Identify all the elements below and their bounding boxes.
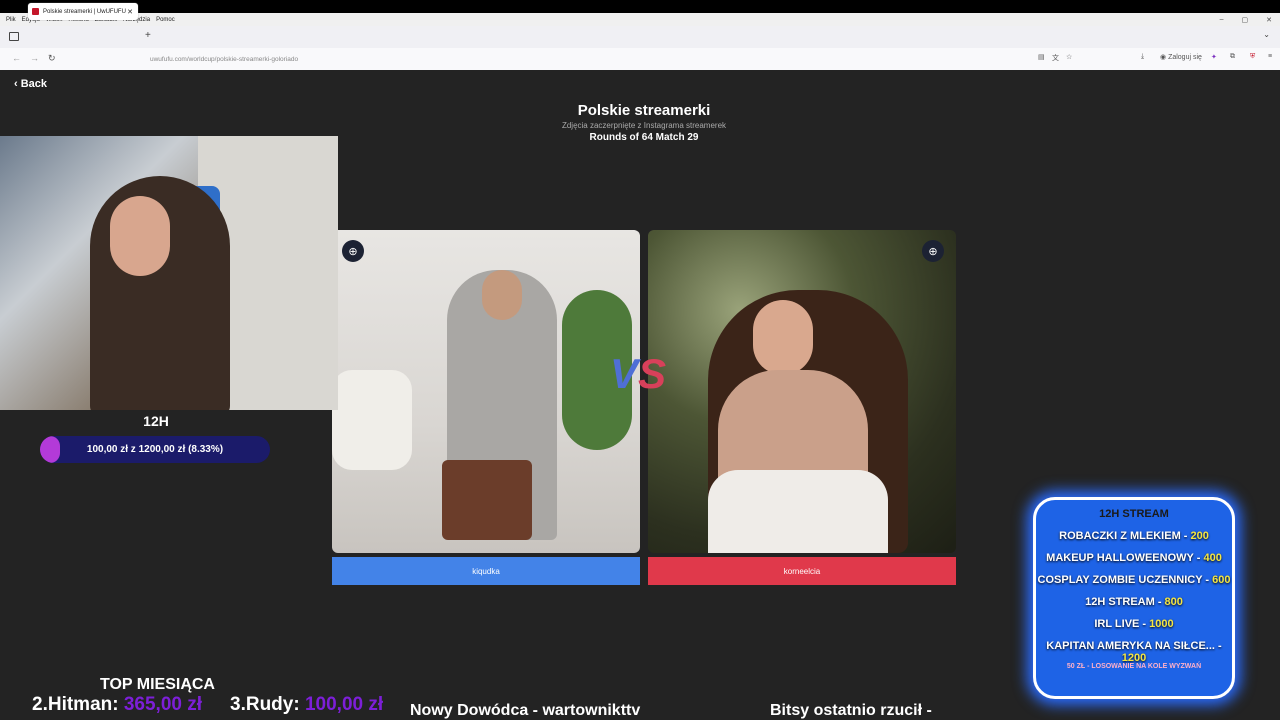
back-arrow-icon[interactable]: ← bbox=[12, 53, 21, 63]
goal-item: IRL LIVE - 1000 bbox=[1094, 618, 1174, 630]
person-face bbox=[482, 270, 522, 320]
back-label: Back bbox=[20, 78, 48, 90]
translate-icon[interactable]: 文 bbox=[1052, 53, 1059, 63]
page-title: Polskie streamerki bbox=[577, 102, 711, 119]
zoom-icon[interactable]: ⊕ bbox=[922, 240, 944, 262]
rank-3-label: 3.Rudy: bbox=[230, 694, 300, 715]
choice-label-left: kiqudka bbox=[472, 566, 500, 576]
white-top bbox=[708, 470, 888, 553]
chevron-down-icon[interactable]: ⌄ bbox=[1263, 30, 1270, 39]
rank-3-value: 100,00 zł bbox=[304, 694, 384, 715]
menu-pomoc[interactable]: Pomoc bbox=[156, 17, 175, 23]
window-controls: – ▢ ✕ bbox=[1220, 13, 1272, 26]
zoom-icon[interactable]: ⊕ bbox=[342, 240, 364, 262]
candidate-image-left[interactable]: ⊕ bbox=[332, 230, 640, 553]
navigation-bar: ← → ↻ uwufufu.com/worldcup/polskie-strea… bbox=[0, 48, 1280, 71]
stream-timer: 12H bbox=[143, 413, 169, 429]
back-button[interactable]: ‹ Back bbox=[14, 78, 47, 90]
top-month-title: TOP MIESIĄCA bbox=[100, 676, 215, 693]
person-face bbox=[753, 300, 813, 375]
download-icon[interactable]: ⤓ bbox=[1141, 53, 1144, 61]
page-subtitle: Zdjęcia zaczerpnięte z Instagrama stream… bbox=[561, 121, 727, 130]
streamer-face bbox=[110, 196, 170, 276]
reload-icon[interactable]: ↻ bbox=[48, 53, 56, 64]
menu-plik[interactable]: Plik bbox=[6, 17, 16, 23]
tab-active[interactable]: Polskie streamerki | UwUFUFU ✕ bbox=[28, 3, 138, 20]
armchair bbox=[332, 370, 412, 470]
restore-icon[interactable]: ▢ bbox=[1242, 16, 1249, 24]
goal-item: MAKEUP HALLOWEENOWY - 400 bbox=[1046, 552, 1222, 564]
rank-2: 2.Hitman: 365,00 zł bbox=[32, 694, 202, 716]
new-tab-icon[interactable]: + bbox=[145, 30, 151, 41]
menu-icon[interactable]: ≡ bbox=[1268, 53, 1272, 60]
forward-arrow-icon[interactable]: → bbox=[30, 53, 39, 63]
close-window-icon[interactable]: ✕ bbox=[1266, 16, 1272, 24]
rank-2-label: 2.Hitman: bbox=[32, 694, 119, 715]
choice-button-right[interactable]: korneelcia bbox=[648, 557, 956, 585]
extension-icon[interactable]: ✦ bbox=[1211, 53, 1217, 61]
rank-2-value: 365,00 zł bbox=[123, 694, 203, 715]
tab-list-icon[interactable] bbox=[9, 32, 19, 41]
choice-label-right: korneelcia bbox=[783, 566, 821, 576]
tab-bar bbox=[0, 26, 1280, 48]
goal-item: KAPITAN AMERYKA NA SIŁCE... - 1200 bbox=[1046, 640, 1222, 664]
goal-item: 12H STREAM - 800 bbox=[1085, 596, 1183, 608]
goals-panel-footer: 50 ZŁ - LOSOWANIE NA KOLE WYZWAŃ bbox=[1066, 663, 1202, 670]
tab-title: Polskie streamerki | UwUFUFU bbox=[43, 8, 126, 15]
star-icon[interactable]: ☆ bbox=[1066, 53, 1072, 61]
ticker-new-commander: Nowy Dowódca - wartownikttv bbox=[410, 702, 641, 719]
pouf-seat bbox=[442, 460, 532, 540]
shield-icon[interactable]: ⛨ bbox=[1250, 53, 1255, 61]
rank-3: 3.Rudy: 100,00 zł bbox=[230, 694, 383, 716]
progress-text: 100,00 zł z 1200,00 zł (8.33%) bbox=[86, 444, 224, 455]
goals-panel-title: 12H STREAM bbox=[1099, 508, 1169, 520]
ticker-bits: Bitsy ostatnio rzucił - bbox=[770, 702, 932, 719]
webcam-overlay bbox=[0, 136, 338, 410]
candidate-image-right[interactable]: ⊕ bbox=[648, 230, 956, 553]
puzzle-icon[interactable]: ⧉ bbox=[1230, 53, 1235, 61]
vs-logo: VS bbox=[610, 350, 667, 397]
login-label: Zaloguj się bbox=[1168, 54, 1202, 61]
top-black-bar bbox=[0, 0, 1280, 13]
login-button[interactable]: ◉ Zaloguj się bbox=[1160, 53, 1202, 61]
donation-progress-bar: 100,00 zł z 1200,00 zł (8.33%) bbox=[40, 436, 270, 463]
goals-panel: 12H STREAM ROBACZKI Z MLEKIEM - 200 MAKE… bbox=[1033, 497, 1235, 699]
minimize-icon[interactable]: – bbox=[1220, 16, 1224, 23]
menu-bar: Plik Edycja Widok Historia Zakładki Narz… bbox=[0, 13, 1280, 26]
goal-item: ROBACZKI Z MLEKIEM - 200 bbox=[1059, 530, 1209, 542]
close-tab-icon[interactable]: ✕ bbox=[127, 8, 133, 16]
choice-button-left[interactable]: kiqudka bbox=[332, 557, 640, 585]
address-bar[interactable]: uwufufu.com/worldcup/polskie-streamerki-… bbox=[118, 51, 1078, 67]
url-text: uwufufu.com/worldcup/polskie-streamerki-… bbox=[150, 55, 299, 63]
favicon-icon bbox=[32, 8, 39, 15]
reader-icon[interactable]: ▤ bbox=[1038, 53, 1045, 61]
goal-item: COSPLAY ZOMBIE UCZENNICY - 600 bbox=[1037, 574, 1231, 586]
